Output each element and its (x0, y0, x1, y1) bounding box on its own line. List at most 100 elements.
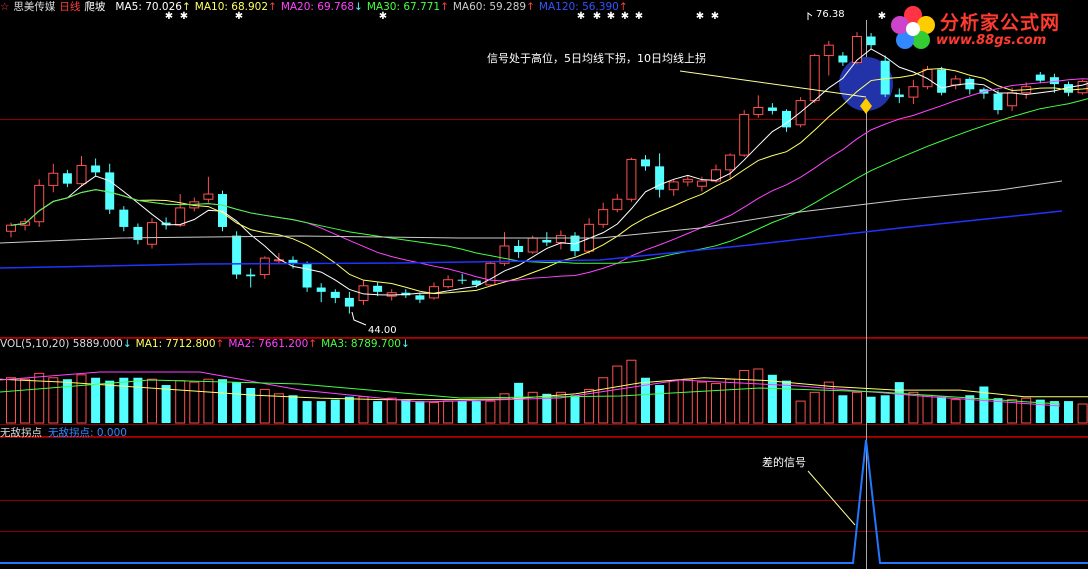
candle-up (48, 172, 59, 186)
volume-bar-up (429, 402, 439, 424)
candle-up (696, 180, 707, 187)
site-logo[interactable]: 分析家公式网 www.88gs.com (888, 4, 1084, 52)
candle-up (1077, 81, 1088, 94)
volume-bar-up (739, 369, 750, 424)
candle-down (993, 93, 1003, 111)
volume-panel-header: VOL(5,10,20) 5889.000↓ MA1: 7712.800↑ MA2:… (0, 338, 414, 350)
volume-bar-down (767, 374, 777, 423)
volume-bar-up (809, 391, 820, 424)
volume-bar-down (288, 395, 298, 423)
volume-bar-up (795, 400, 806, 424)
candle-down (316, 287, 326, 292)
candle-down (641, 159, 650, 167)
candle-up (485, 262, 496, 286)
volume-bar-up (6, 377, 16, 424)
volume-bar-up (598, 377, 609, 424)
volume-bar-up (358, 396, 369, 424)
candle-up (823, 44, 834, 57)
volume-bar-up (499, 393, 510, 424)
volume-bar-up (175, 380, 186, 424)
candle-up (626, 158, 637, 200)
ma20-arrow: ↓ (354, 1, 363, 13)
ma120-value: MA120: 56.390 (538, 1, 619, 13)
vol-value: VOL(5,10,20) 5889.000 (0, 338, 123, 350)
volume-bar-up (626, 359, 637, 424)
candle-up (443, 279, 454, 288)
candle-up (612, 198, 623, 211)
logo-title: 分析家公式网 (940, 12, 1061, 34)
indicator-name[interactable]: 无敌拐点 (0, 427, 42, 439)
candle-down (344, 297, 354, 307)
volume-bar-up (668, 380, 679, 424)
candle-up (527, 237, 538, 253)
volume-bar-down (415, 401, 425, 423)
vol-ma3-value: MA3: 8789.700 (321, 338, 401, 350)
vol-arrow: ↓ (122, 338, 132, 350)
volume-bar-down (1064, 401, 1073, 423)
volume-bar-up (682, 378, 693, 424)
volume-bar-down (344, 396, 354, 423)
volume-bar-down (782, 380, 791, 423)
candle-up (555, 235, 566, 244)
signal-leader-line (679, 70, 867, 98)
volume-bar-down (161, 385, 171, 423)
candle-down (542, 239, 552, 243)
candle-down (880, 60, 890, 95)
candle-up (668, 181, 679, 191)
volume-bar-up (725, 378, 736, 424)
signal-annotation: 信号处于高位，5日均线下拐，10日均线上拐 (487, 52, 706, 65)
volume-bar-up (76, 374, 87, 424)
indicator-panel-header: 无敌拐点 无敌拐点: 0.000 (0, 427, 131, 439)
volume-bar-down (133, 377, 143, 423)
price-panel-header: ☆ 思美传媒 日线 爬坡 MA5: 70.026↑ MA10: 68.902↑ MA20: … (0, 1, 632, 13)
ma120-arrow: ↑ (618, 1, 628, 13)
candle-down (330, 291, 340, 298)
candle-up (598, 209, 609, 225)
volume-bar-up (386, 397, 397, 424)
volume-bar-up (273, 393, 284, 424)
volume-bar-up (147, 378, 157, 424)
volume-bar-down (119, 377, 129, 423)
candle-up (950, 78, 961, 86)
volume-bar-down (62, 379, 72, 423)
candle-down (105, 172, 115, 210)
candle-down (767, 107, 777, 111)
volume-bar-up (1077, 403, 1088, 424)
candle-down (866, 36, 876, 46)
ma10-line (10, 68, 1088, 295)
ma5-value: MA5: 70.026 (115, 1, 182, 13)
volume-bar-down (457, 401, 467, 423)
vol-ma3-arrow: ↓ (400, 338, 410, 350)
formula-name[interactable]: 爬坡 (84, 1, 105, 13)
volume-bar-down (316, 401, 326, 423)
ma20-value: MA20: 69.768 (280, 1, 355, 13)
candle-down (838, 55, 848, 63)
star-marker: ✱ (878, 11, 886, 22)
stock-name[interactable]: 思美传媒 (13, 1, 55, 13)
volume-bar-up (189, 381, 200, 424)
candle-up (852, 36, 862, 63)
volume-bar-down (1049, 401, 1059, 423)
volume-bar-down (514, 382, 524, 423)
period-label[interactable]: 日线 (59, 1, 80, 13)
volume-bar-up (711, 383, 721, 424)
candle-down (514, 245, 524, 253)
high-leader-line (807, 12, 813, 20)
volume-bar-down (218, 379, 227, 423)
volume-bar-down (471, 401, 481, 423)
vol-ma2-value: MA2: 7661.200 (228, 338, 309, 350)
candle-up (34, 184, 45, 223)
candle-down (246, 274, 256, 277)
ma30-value: MA30: 67.771 (366, 1, 441, 13)
vol-ma1-arrow: ↑ (215, 338, 225, 350)
ma5-arrow: ↑ (181, 1, 191, 13)
stock-icon: ☆ (0, 1, 10, 13)
vol-ma1-value: MA1: 7712.800 (135, 338, 216, 350)
stock-chart[interactable]: ✱ ✱ ✱ ✱ ✱ ✱ ✱ ✱ ✱ ✱ ✱ ✱ (0, 0, 1088, 569)
candle-up (739, 113, 750, 156)
candle-up (76, 164, 87, 185)
volume-bar-down (838, 395, 848, 423)
ma60-arrow: ↑ (526, 1, 535, 13)
bad-signal-annotation: 差的信号 (762, 456, 806, 469)
ma20-line (10, 78, 1088, 282)
